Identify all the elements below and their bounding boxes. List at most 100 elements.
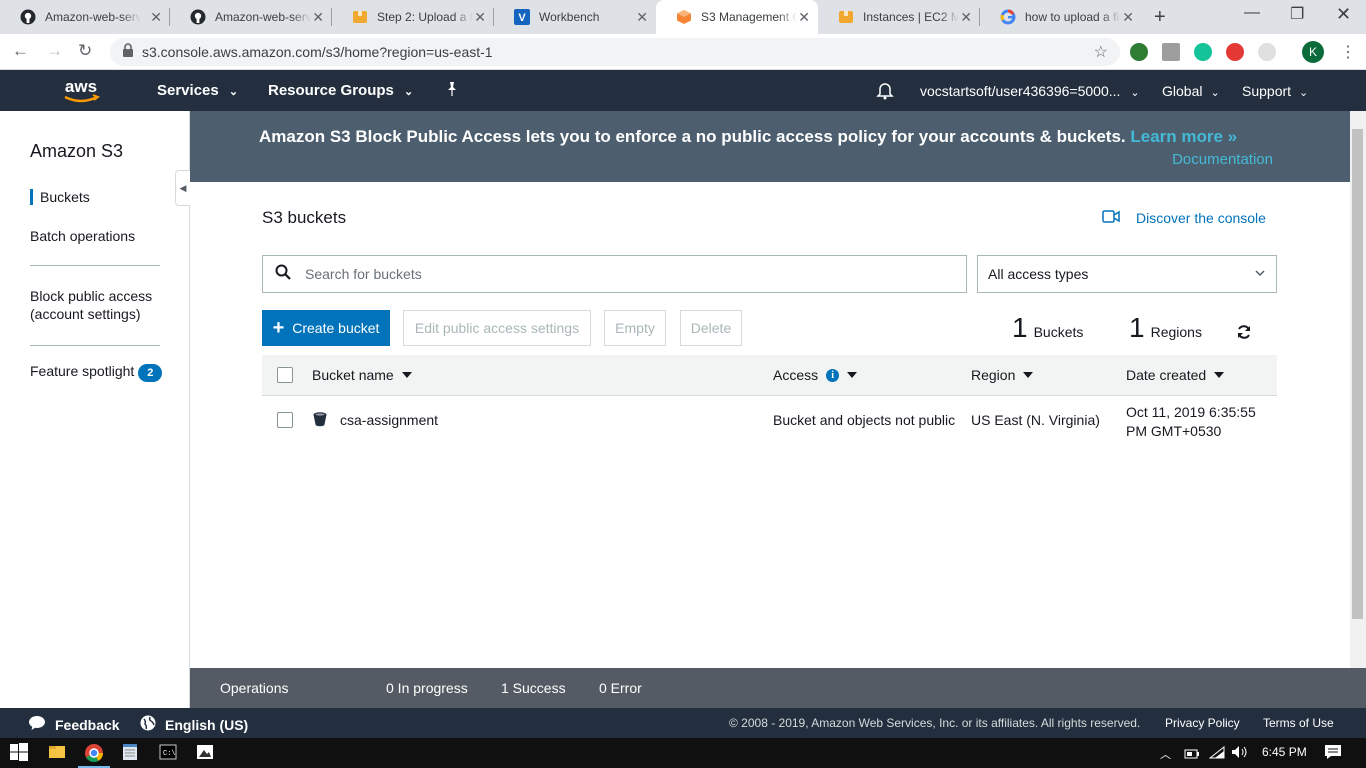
row-checkbox[interactable] xyxy=(277,412,293,428)
omnibox[interactable]: s3.console.aws.amazon.com/s3/home?region… xyxy=(110,38,1120,66)
forward-button[interactable]: → xyxy=(46,41,63,61)
browser-tab[interactable]: Instances | EC2 Management ✕ xyxy=(818,0,980,34)
delete-button[interactable]: Delete xyxy=(680,310,742,346)
pin-icon[interactable] xyxy=(444,81,460,101)
info-icon[interactable]: i xyxy=(826,368,840,382)
address-bar: ← → ↻ s3.console.aws.amazon.com/s3/home?… xyxy=(0,34,1366,70)
java-icon[interactable] xyxy=(1258,43,1276,61)
close-icon[interactable]: ✕ xyxy=(798,9,810,25)
close-icon[interactable]: ✕ xyxy=(1122,9,1134,25)
battery-icon[interactable] xyxy=(1184,747,1200,765)
close-icon[interactable]: ✕ xyxy=(960,9,972,25)
browser-tab[interactable]: V Workbench ✕ xyxy=(494,0,656,34)
feedback-link[interactable]: Feedback xyxy=(28,715,120,734)
taskbar-clock[interactable]: 6:45 PM xyxy=(1262,745,1307,759)
menu-icon[interactable]: ⋮ xyxy=(1340,42,1356,62)
learn-more-link[interactable]: Learn more » xyxy=(1130,127,1237,146)
operations-bar[interactable]: Operations 0 In progress 1 Success 0 Err… xyxy=(190,668,1366,708)
sidebar-item-buckets[interactable]: Buckets xyxy=(30,189,90,205)
column-header-access[interactable]: Access i xyxy=(773,367,858,383)
scrollbar[interactable] xyxy=(1350,111,1366,668)
tab-title: Amazon-web-services xyxy=(45,10,141,24)
extension-icon[interactable] xyxy=(1162,43,1180,61)
date-line-1: Oct 11, 2019 6:35:55 xyxy=(1126,404,1256,420)
region-menu[interactable]: Global ⌄ xyxy=(1162,83,1220,99)
close-icon[interactable]: ✕ xyxy=(474,9,486,25)
bucket-icon xyxy=(312,411,328,430)
notepad-icon[interactable] xyxy=(121,743,139,766)
volume-icon[interactable] xyxy=(1231,745,1249,764)
adblock-icon[interactable] xyxy=(1226,43,1244,61)
aws-logo[interactable]: aws xyxy=(60,76,102,111)
column-header-bucket-name[interactable]: Bucket name xyxy=(312,367,412,383)
browser-tab[interactable]: Amazon-web-services ✕ xyxy=(170,0,332,34)
browser-tab-active[interactable]: S3 Management Console ✕ xyxy=(656,0,818,34)
svg-text:aws: aws xyxy=(65,77,97,96)
bucket-name-link[interactable]: csa-assignment xyxy=(340,412,438,428)
account-menu[interactable]: vocstartsoft/user436396=5000... ⌄ xyxy=(920,83,1140,99)
services-menu[interactable]: Services ⌄ xyxy=(157,82,238,99)
copyright-text: © 2008 - 2019, Amazon Web Services, Inc.… xyxy=(729,716,1141,730)
sidebar-item-batch-operations[interactable]: Batch operations xyxy=(30,228,135,244)
command-prompt-icon[interactable]: C:\ xyxy=(159,743,177,766)
tray-chevron-up-icon[interactable]: ︿ xyxy=(1160,746,1171,762)
feedback-label: Feedback xyxy=(55,716,120,733)
operations-error[interactable]: 0 Error xyxy=(599,680,642,696)
bucket-date-created: Oct 11, 2019 6:35:55 PM GMT+0530 xyxy=(1126,403,1256,441)
close-icon[interactable]: ✕ xyxy=(312,9,324,25)
wifi-icon[interactable] xyxy=(1208,745,1225,765)
browser-tab[interactable]: how to upload a file ✕ xyxy=(980,0,1142,34)
region-count: 1 Regions xyxy=(1129,312,1202,344)
support-menu[interactable]: Support ⌄ xyxy=(1242,83,1308,99)
bell-icon[interactable] xyxy=(876,82,894,103)
sidebar-item-feature-spotlight[interactable]: Feature spotlight 2 xyxy=(30,363,163,382)
privacy-policy-link[interactable]: Privacy Policy xyxy=(1165,716,1240,730)
search-input[interactable] xyxy=(305,266,905,282)
discover-console-label: Discover the console xyxy=(1136,210,1266,226)
create-bucket-button[interactable]: + Create bucket xyxy=(262,310,390,346)
scrollbar-thumb[interactable] xyxy=(1352,129,1363,619)
chevron-down-icon: ⌄ xyxy=(1130,87,1140,99)
close-icon[interactable]: ✕ xyxy=(636,9,648,25)
restore-button[interactable]: ❐ xyxy=(1290,4,1304,24)
operations-success[interactable]: 1 Success xyxy=(501,680,566,696)
extension-icon[interactable] xyxy=(1130,43,1148,61)
reload-button[interactable]: ↻ xyxy=(78,41,92,61)
minimize-button[interactable]: — xyxy=(1244,4,1260,22)
notification-badge: 2 xyxy=(138,364,163,382)
column-header-region[interactable]: Region xyxy=(971,367,1034,383)
lock-icon xyxy=(122,42,134,62)
photos-icon[interactable] xyxy=(196,743,214,766)
back-button[interactable]: ← xyxy=(12,41,29,61)
notifications-icon[interactable] xyxy=(1324,744,1342,765)
profile-avatar[interactable]: K xyxy=(1302,41,1324,63)
support-label: Support xyxy=(1242,83,1292,99)
chevron-down-icon: ⌄ xyxy=(1210,87,1220,99)
column-header-date-created[interactable]: Date created xyxy=(1126,367,1225,383)
sidebar-collapse-button[interactable]: ◀ xyxy=(175,170,190,206)
operations-in-progress[interactable]: 0 In progress xyxy=(386,680,468,696)
new-tab-button[interactable]: + xyxy=(1154,6,1166,29)
refresh-icon[interactable] xyxy=(1236,324,1252,345)
language-selector[interactable]: English (US) xyxy=(140,715,248,734)
close-icon[interactable]: ✕ xyxy=(150,9,162,25)
access-type-select[interactable]: All access types xyxy=(977,255,1277,293)
select-all-checkbox[interactable] xyxy=(277,367,293,383)
bookmark-star-icon[interactable]: ☆ xyxy=(1094,42,1108,62)
edit-public-access-button[interactable]: Edit public access settings xyxy=(403,310,591,346)
resource-groups-menu[interactable]: Resource Groups ⌄ xyxy=(268,82,413,99)
documentation-link[interactable]: Documentation xyxy=(1172,151,1273,168)
discover-console-link[interactable]: Discover the console xyxy=(1102,210,1266,226)
window-close-button[interactable]: ✕ xyxy=(1336,4,1351,25)
services-label: Services xyxy=(157,82,219,99)
sidebar-item-block-public-access[interactable]: Block public access (account settings) xyxy=(30,287,170,323)
windows-start-icon[interactable] xyxy=(10,743,28,766)
empty-button[interactable]: Empty xyxy=(604,310,666,346)
resource-groups-label: Resource Groups xyxy=(268,82,394,99)
browser-tab[interactable]: Step 2: Upload a File ✕ xyxy=(332,0,494,34)
grammarly-icon[interactable] xyxy=(1194,43,1212,61)
browser-tab[interactable]: Amazon-web-services ✕ xyxy=(0,0,170,34)
terms-of-use-link[interactable]: Terms of Use xyxy=(1263,716,1334,730)
chrome-icon[interactable] xyxy=(78,743,110,768)
file-explorer-icon[interactable] xyxy=(48,743,66,766)
